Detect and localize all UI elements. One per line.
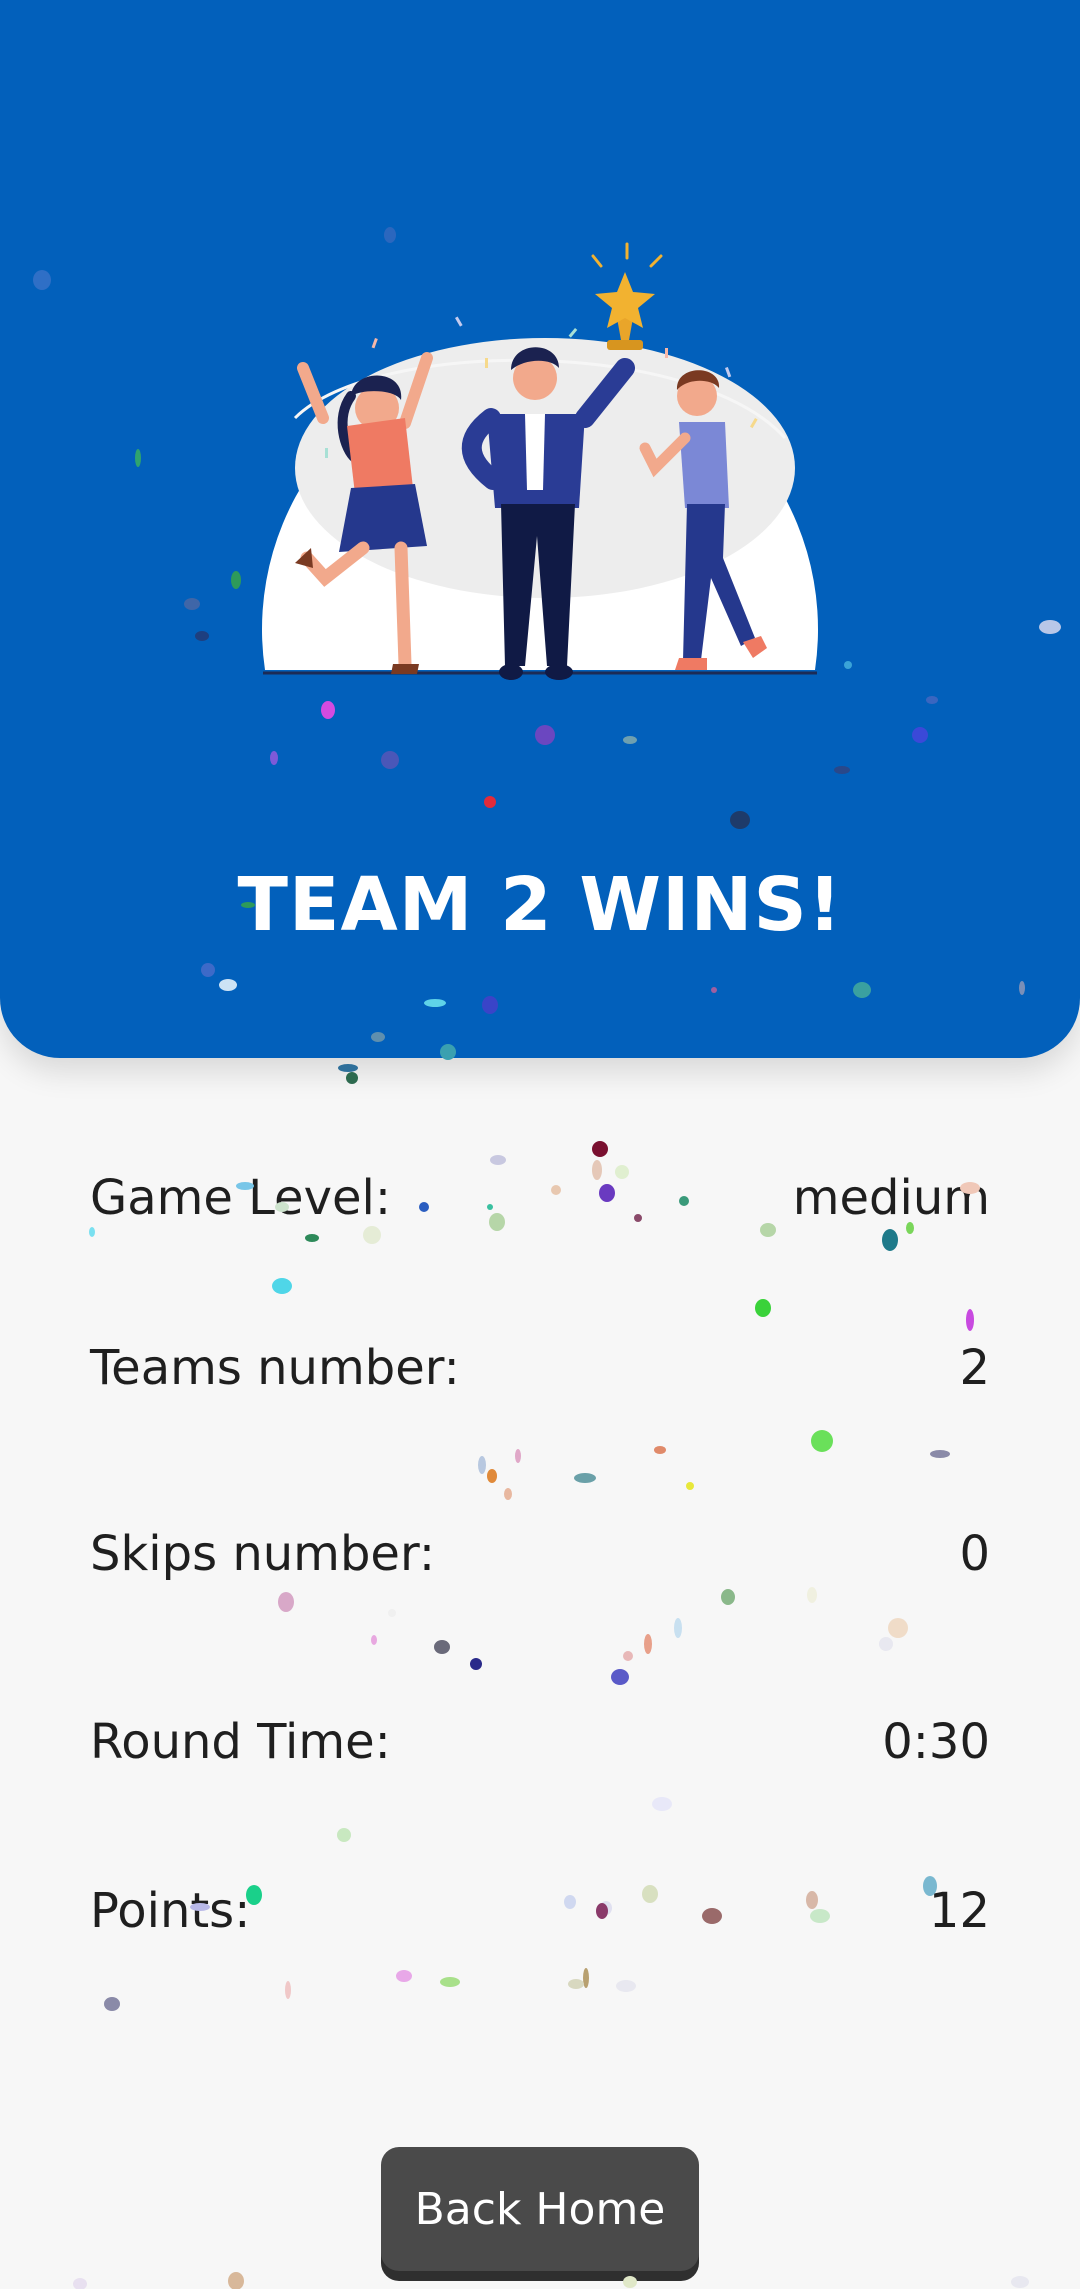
winner-title: TEAM 2 WINS! xyxy=(237,862,843,948)
stat-value-points: 12 xyxy=(928,1883,990,1939)
stat-value-teams-number: 2 xyxy=(959,1340,990,1396)
stat-label-round-time: Round Time: xyxy=(90,1714,391,1770)
stat-label-skips-number: Skips number: xyxy=(90,1526,435,1582)
stat-row-skips-number: Skips number: 0 xyxy=(90,1519,990,1589)
stat-value-round-time: 0:30 xyxy=(882,1714,990,1770)
stat-row-game-level: Game Level: medium xyxy=(90,1163,990,1233)
stat-row-points: Points: 12 xyxy=(90,1876,990,1946)
celebration-illustration xyxy=(262,242,819,680)
result-header: TEAM 2 WINS! xyxy=(0,0,1080,1058)
trophy-icon xyxy=(591,242,663,350)
stat-row-round-time: Round Time: 0:30 xyxy=(90,1707,990,1777)
stat-label-points: Points: xyxy=(90,1883,251,1939)
stat-value-skips-number: 0 xyxy=(959,1526,990,1582)
stat-label-teams-number: Teams number: xyxy=(90,1340,460,1396)
stat-label-game-level: Game Level: xyxy=(90,1170,392,1226)
back-home-button[interactable]: Back Home xyxy=(381,2147,699,2271)
stat-row-teams-number: Teams number: 2 xyxy=(90,1333,990,1403)
stat-value-game-level: medium xyxy=(792,1170,990,1226)
